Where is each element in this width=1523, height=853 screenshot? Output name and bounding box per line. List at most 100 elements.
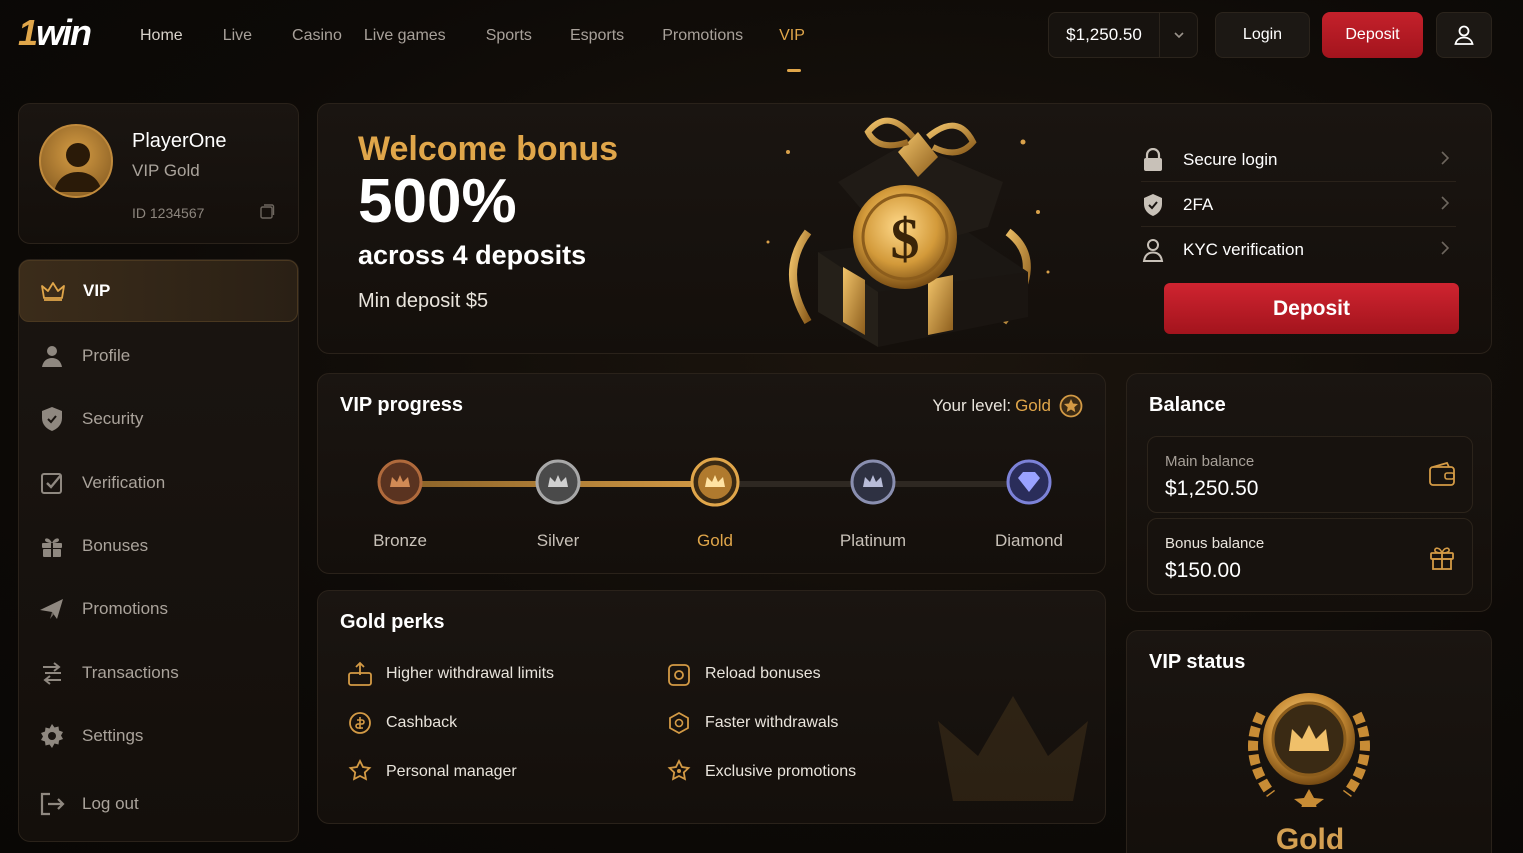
perk-label: Reload bonuses	[705, 665, 821, 682]
bonus-balance-label: Bonus balance	[1165, 535, 1265, 552]
chevron-down-icon[interactable]	[1159, 12, 1197, 58]
2fa-link[interactable]: 2FA	[1141, 183, 1456, 227]
vip-progress-title: VIP progress	[340, 394, 464, 416]
user-icon	[1141, 238, 1165, 262]
sidebar-item-label: Transactions	[82, 663, 179, 682]
nav-live[interactable]: Live	[203, 0, 272, 72]
manager-icon	[346, 758, 374, 786]
tier-label: Diamond	[994, 531, 1064, 550]
sidebar-item-label: Log out	[82, 794, 139, 813]
profile-level: VIP Gold	[132, 161, 200, 180]
withdraw-icon	[346, 660, 374, 688]
chevron-right-icon	[1440, 195, 1450, 216]
tier-silver: Silver	[498, 456, 618, 551]
perk-item: Higher withdrawal limits	[346, 660, 554, 688]
gold-crown-emblem-icon	[1241, 689, 1377, 815]
gift-icon	[39, 533, 65, 559]
gift-box-coin-illustration: $	[748, 112, 1068, 357]
bonus-balance-value: $150.00	[1165, 559, 1241, 582]
profile-name: PlayerOne	[132, 130, 227, 152]
perk-item: Cashback	[346, 709, 457, 737]
perk-label: Higher withdrawal limits	[386, 665, 555, 682]
perk-item: Personal manager	[346, 758, 517, 786]
sidebar-item-label: Profile	[82, 346, 131, 365]
nav-sports[interactable]: Sports	[466, 0, 552, 72]
profile-id: ID 1234567	[132, 205, 205, 221]
header-balance: $1,250.50	[1066, 25, 1142, 44]
sidebar-item-label: Verification	[82, 473, 166, 492]
sidebar-item-verification[interactable]: Verification	[19, 452, 298, 514]
logo-prefix: 1	[18, 12, 38, 53]
kyc-link[interactable]: KYC verification	[1141, 228, 1456, 272]
nav-casino[interactable]: Casino	[272, 0, 362, 72]
star-icon	[665, 758, 693, 786]
gear-icon	[39, 723, 65, 749]
shield-icon	[1141, 193, 1165, 217]
logo-text: win	[36, 12, 92, 53]
sidebar-item-label: Bonuses	[82, 536, 149, 555]
cashback-icon	[346, 709, 374, 737]
hero-deposit-button[interactable]: Deposit	[1164, 283, 1459, 334]
sidebar-item-security[interactable]: Security	[19, 388, 298, 450]
fast-icon	[665, 709, 693, 737]
kyc-label: KYC verification	[1183, 240, 1304, 259]
lock-icon	[1141, 147, 1165, 172]
main-balance-box: Main balance $1,250.50	[1147, 436, 1473, 513]
perk-label: Personal manager	[386, 763, 517, 780]
balance-title: Balance	[1149, 394, 1226, 416]
sidebar-item-logout[interactable]: Log out	[19, 773, 298, 835]
your-level-label: Your level:	[932, 396, 1012, 415]
login-button[interactable]: Login	[1215, 12, 1310, 58]
balance-dropdown[interactable]: $1,250.50	[1048, 12, 1198, 58]
secure-login-link[interactable]: Secure login	[1141, 138, 1456, 182]
bonus-percent: 500%	[358, 167, 517, 236]
vip-progress-card: VIP progress Your level: Gold Bronze Sil…	[317, 373, 1106, 574]
nav-live-games[interactable]: Live games	[362, 0, 466, 72]
brand-logo[interactable]: 1win	[18, 12, 92, 54]
profile-card: PlayerOne VIP Gold ID 1234567	[18, 103, 299, 244]
sidebar-item-promotions[interactable]: Promotions	[19, 578, 298, 640]
sidebar-item-vip[interactable]: VIP	[19, 260, 298, 322]
tier-diamond: Diamond	[969, 456, 1089, 551]
bonus-balance-box: Bonus balance $150.00	[1147, 518, 1473, 595]
nav-promotions[interactable]: Promotions	[644, 0, 763, 72]
gift-icon	[1428, 543, 1456, 576]
sidebar-item-profile[interactable]: Profile	[19, 325, 298, 387]
deposit-button[interactable]: Deposit	[1322, 12, 1423, 58]
sidebar-item-transactions[interactable]: Transactions	[19, 642, 298, 704]
nav-home[interactable]: Home	[120, 0, 203, 72]
logout-icon	[39, 791, 65, 817]
tier-label: Gold	[697, 531, 733, 550]
user-menu-button[interactable]	[1436, 12, 1492, 58]
nav-vip[interactable]: VIP	[763, 0, 825, 72]
tier-label: Bronze	[373, 531, 427, 550]
gold-perks-card: Gold perks Higher withdrawal limits Relo…	[317, 590, 1106, 824]
balance-card: Balance Main balance $1,250.50 Bonus bal…	[1126, 373, 1492, 612]
perk-label: Cashback	[386, 714, 458, 731]
crown-watermark-icon	[938, 696, 1088, 801]
perk-item: Exclusive promotions	[665, 758, 856, 786]
welcome-bonus-banner: Welcome bonus 500% across 4 deposits Min…	[317, 103, 1492, 354]
gold-medal-icon	[690, 457, 740, 507]
tier-label: Silver	[536, 531, 580, 550]
avatar[interactable]	[39, 124, 113, 198]
min-deposit: Min deposit $5	[358, 290, 489, 312]
user-icon	[1454, 25, 1474, 45]
sidebar-item-settings[interactable]: Settings	[19, 705, 298, 767]
sidebar-item-bonuses[interactable]: Bonuses	[19, 515, 298, 577]
diamond-medal-icon	[1006, 459, 1052, 505]
platinum-medal-icon	[850, 459, 896, 505]
nav-esports[interactable]: Esports	[552, 0, 644, 72]
your-level: Your level: Gold	[932, 394, 1083, 418]
chevron-right-icon	[1440, 240, 1450, 261]
user-icon	[39, 343, 65, 369]
sidebar-item-label: VIP	[83, 281, 111, 300]
perk-label: Faster withdrawals	[705, 714, 839, 731]
svg-text:$: $	[891, 206, 920, 271]
perk-label: Exclusive promotions	[705, 763, 857, 780]
megaphone-icon	[39, 596, 65, 622]
wallet-icon	[1428, 461, 1456, 492]
silver-medal-icon	[535, 459, 581, 505]
sidebar-item-label: Promotions	[82, 599, 168, 618]
copy-icon[interactable]	[259, 204, 275, 225]
